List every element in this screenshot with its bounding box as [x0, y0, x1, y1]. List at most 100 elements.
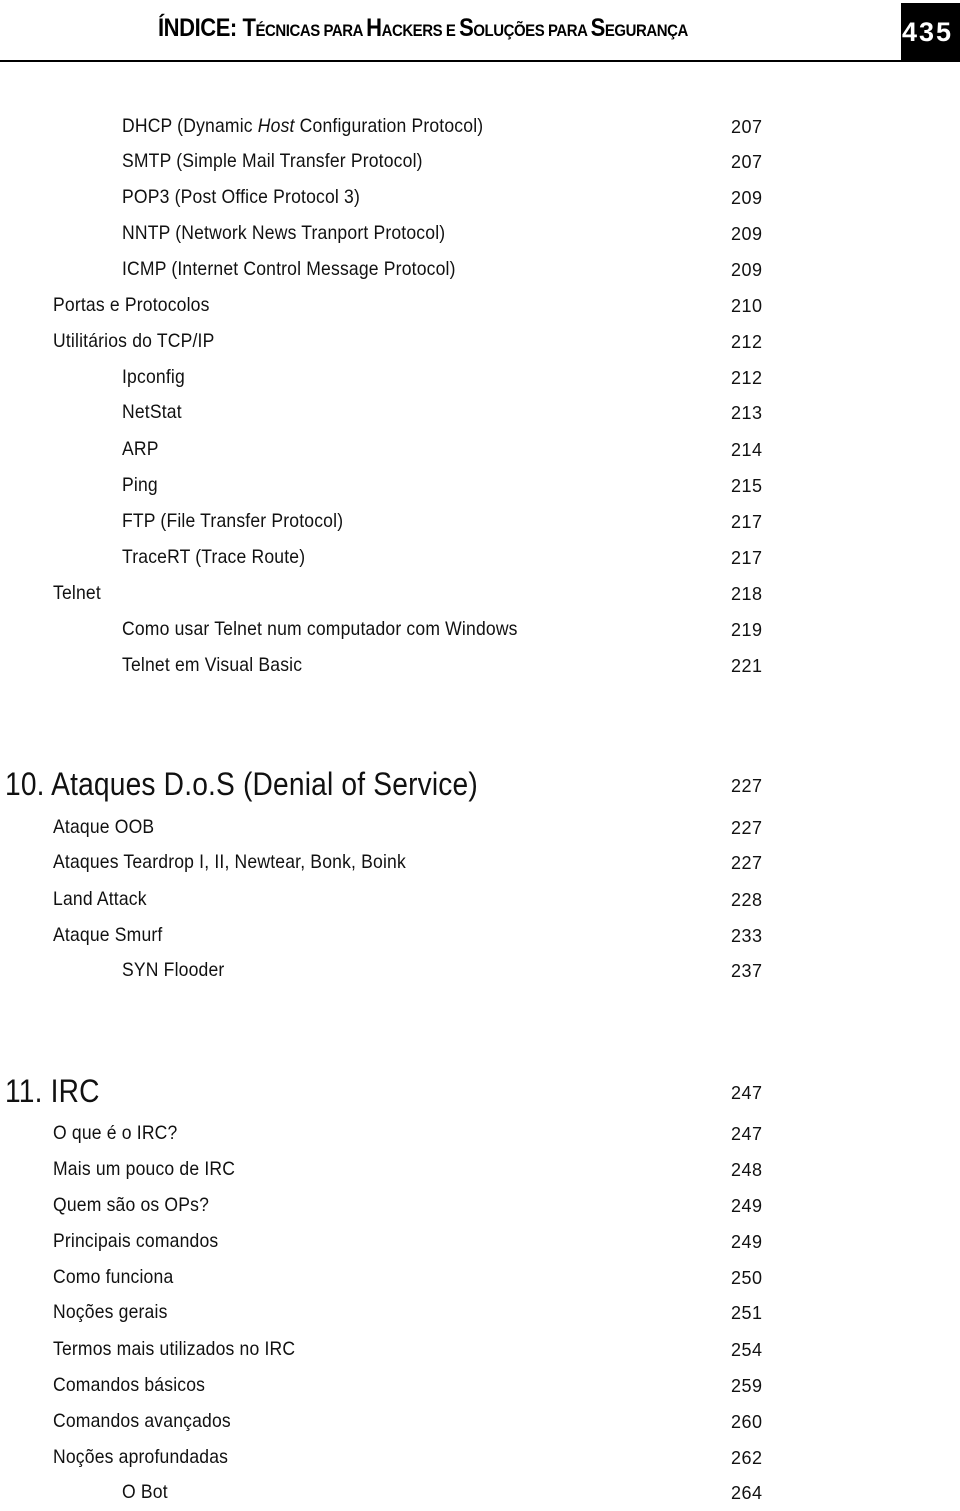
entry-page-number: 264: [731, 1483, 763, 1503]
toc-entry[interactable]: Ataque OOB 227: [0, 816, 960, 846]
toc-entry[interactable]: Telnet em Visual Basic 221: [0, 654, 960, 684]
entry-page-number: 249: [731, 1232, 763, 1252]
entry-title: Ping: [122, 474, 158, 496]
entry-page-number: 259: [731, 1376, 763, 1396]
entry-page-number: 221: [731, 656, 763, 676]
entry-page-number: 217: [731, 548, 763, 568]
entry-title: Utilitários do TCP/IP: [53, 330, 215, 352]
toc-entry[interactable]: TraceRT (Trace Route) 217: [0, 546, 960, 576]
entry-page-number: 260: [731, 1412, 763, 1432]
toc-entry[interactable]: NetStat 213: [0, 401, 960, 431]
entry-page-number: 237: [731, 961, 763, 981]
entry-title: DHCP (Dynamic Host Configuration Protoco…: [122, 115, 484, 137]
toc-entry[interactable]: Principais comandos 249: [0, 1230, 960, 1260]
toc-chapter-entry[interactable]: 10. Ataques D.o.S (Denial of Service) 227: [0, 766, 960, 802]
entry-page-number: 215: [731, 476, 763, 496]
entry-title: FTP (File Transfer Protocol): [122, 510, 344, 532]
entry-page-number: 247: [731, 1083, 763, 1103]
toc-entry[interactable]: Mais um pouco de IRC 248: [0, 1158, 960, 1188]
toc-entry[interactable]: Telnet 218: [0, 582, 960, 612]
header-title-part: OLUÇÕES PARA: [473, 21, 591, 40]
toc-chapter-entry[interactable]: 11. IRC 247: [0, 1073, 960, 1109]
entry-page-number: 209: [731, 188, 763, 208]
running-header-title: ÍNDICE: TÉCNICAS PARA HACKERS E SOLUÇÕES…: [158, 14, 809, 43]
entry-title: TraceRT (Trace Route): [122, 546, 306, 568]
toc-entry[interactable]: Noções gerais 251: [0, 1301, 960, 1331]
italic-term: Host: [257, 115, 295, 137]
toc-entry[interactable]: Ipconfig 212: [0, 366, 960, 396]
header-title-part: EGURANÇA: [604, 21, 688, 40]
toc-entry[interactable]: Como usar Telnet num computador com Wind…: [0, 618, 960, 648]
toc-entry[interactable]: Quem são os OPs? 249: [0, 1194, 960, 1224]
entry-title: Ataque OOB: [53, 816, 155, 838]
toc-entry[interactable]: POP3 (Post Office Protocol 3) 209: [0, 186, 960, 216]
entry-title: Comandos básicos: [53, 1374, 206, 1396]
entry-page-number: 227: [731, 776, 763, 796]
header-title-part: ÍNDICE:: [158, 14, 243, 42]
toc-entry[interactable]: Comandos avançados 260: [0, 1410, 960, 1440]
entry-title: Comandos avançados: [53, 1410, 231, 1432]
page-number-badge: 435: [901, 3, 960, 62]
entry-title: Termos mais utilizados no IRC: [53, 1338, 296, 1360]
toc-entry[interactable]: Ataques Teardrop I, II, Newtear, Bonk, B…: [0, 851, 960, 881]
entry-title: SMTP (Simple Mail Transfer Protocol): [122, 150, 423, 172]
entry-page-number: 207: [731, 117, 763, 137]
header-title-part: S: [590, 14, 606, 42]
toc-entry[interactable]: O Bot 264: [0, 1481, 960, 1511]
entry-page-number: 210: [731, 296, 763, 316]
entry-title: Ataques Teardrop I, II, Newtear, Bonk, B…: [53, 851, 406, 873]
entry-page-number: 248: [731, 1160, 763, 1180]
entry-title: Mais um pouco de IRC: [53, 1158, 236, 1180]
entry-title: O que é o IRC?: [53, 1122, 178, 1144]
entry-page-number: 217: [731, 512, 763, 532]
entry-page-number: 218: [731, 584, 763, 604]
entry-page-number: 250: [731, 1268, 763, 1288]
entry-page-number: 233: [731, 926, 763, 946]
entry-title: Land Attack: [53, 888, 147, 910]
entry-page-number: 249: [731, 1196, 763, 1216]
entry-page-number: 212: [731, 368, 763, 388]
entry-title: Portas e Protocolos: [53, 294, 210, 316]
toc-entry[interactable]: SMTP (Simple Mail Transfer Protocol) 207: [0, 150, 960, 180]
toc-entry[interactable]: ICMP (Internet Control Message Protocol)…: [0, 258, 960, 288]
header-title-part: S: [459, 14, 474, 42]
entry-page-number: 228: [731, 890, 763, 910]
toc-entry[interactable]: Land Attack 228: [0, 888, 960, 918]
toc-entry[interactable]: Comandos básicos 259: [0, 1374, 960, 1404]
entry-page-number: 227: [731, 853, 763, 873]
toc-entry[interactable]: Ping 215: [0, 474, 960, 504]
toc-entry[interactable]: NNTP (Network News Tranport Protocol) 209: [0, 222, 960, 252]
header-title-part: H: [366, 14, 382, 42]
entry-title: Telnet em Visual Basic: [122, 654, 303, 676]
entry-title: ARP: [122, 438, 159, 460]
toc-entry[interactable]: Termos mais utilizados no IRC 254: [0, 1338, 960, 1368]
entry-title: NNTP (Network News Tranport Protocol): [122, 222, 446, 244]
toc-entry[interactable]: O que é o IRC? 247: [0, 1122, 960, 1152]
header-title-part: ÉCNICAS PARA: [255, 21, 367, 40]
toc-entry[interactable]: FTP (File Transfer Protocol) 217: [0, 510, 960, 540]
entry-title: Principais comandos: [53, 1230, 219, 1252]
toc-entry[interactable]: Utilitários do TCP/IP 212: [0, 330, 960, 360]
entry-title: Noções gerais: [53, 1301, 168, 1323]
header-rule: [0, 60, 902, 62]
toc-entry[interactable]: Ataque Smurf 233: [0, 924, 960, 954]
entry-page-number: 227: [731, 818, 763, 838]
page-number: 435: [902, 17, 954, 47]
header-title-part: T: [242, 14, 256, 42]
entry-title: ICMP (Internet Control Message Protocol): [122, 258, 456, 280]
entry-page-number: 212: [731, 332, 763, 352]
entry-page-number: 251: [731, 1303, 763, 1323]
entry-title: Ipconfig: [122, 366, 185, 388]
toc-entry[interactable]: ARP 214: [0, 438, 960, 468]
toc-entry[interactable]: Noções aprofundadas 262: [0, 1446, 960, 1476]
toc-entry[interactable]: SYN Flooder 237: [0, 959, 960, 989]
header-title-part: ACKERS E: [381, 21, 460, 40]
entry-page-number: 213: [731, 403, 763, 423]
entry-page-number: 254: [731, 1340, 763, 1360]
entry-page-number: 214: [731, 440, 763, 460]
toc-entry[interactable]: Portas e Protocolos 210: [0, 294, 960, 324]
entry-title: Como funciona: [53, 1266, 174, 1288]
entry-title: Quem são os OPs?: [53, 1194, 210, 1216]
toc-entry[interactable]: DHCP (Dynamic Host Configuration Protoco…: [0, 115, 960, 145]
toc-entry[interactable]: Como funciona 250: [0, 1266, 960, 1296]
